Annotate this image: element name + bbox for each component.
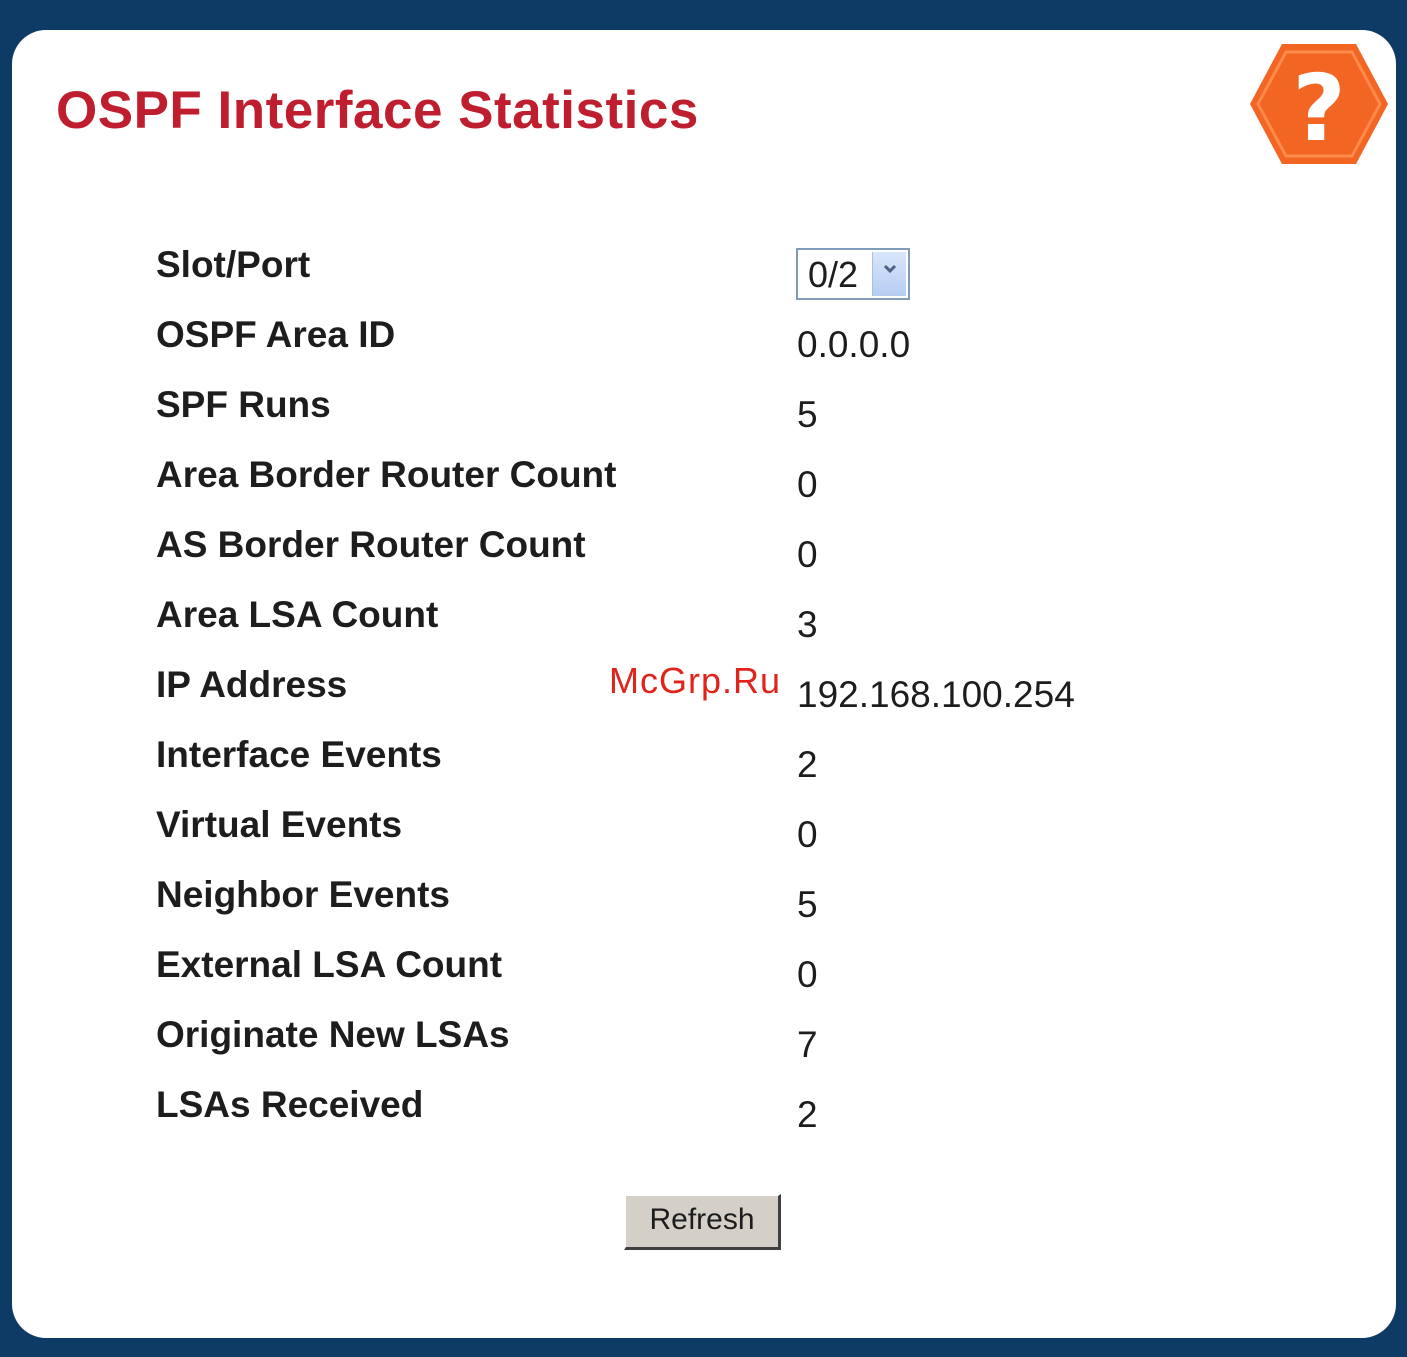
stat-label: SPF Runs: [156, 384, 331, 425]
stat-row: Area LSA Count 3: [12, 594, 1212, 645]
stat-row: SPF Runs 5: [12, 384, 1212, 435]
slot-port-selected-value: 0/2: [808, 254, 859, 295]
stat-row: Virtual Events 0: [12, 804, 1212, 855]
stat-row: Neighbor Events 5: [12, 874, 1212, 925]
stat-label: Virtual Events: [156, 804, 403, 845]
stat-label: AS Border Router Count: [156, 524, 586, 565]
watermark-text: McGrp.Ru: [609, 660, 782, 701]
slot-port-label: Slot/Port: [156, 244, 311, 285]
stat-label: OSPF Area ID: [156, 314, 396, 355]
stat-value: 0: [797, 534, 818, 575]
stat-label: IP Address: [156, 664, 348, 705]
stat-value: 0: [797, 954, 818, 995]
stat-row: LSAs Received 2: [12, 1084, 1212, 1135]
stat-label: Neighbor Events: [156, 874, 450, 915]
help-glyph: ?: [1292, 55, 1345, 162]
stat-label: Originate New LSAs: [156, 1014, 510, 1055]
stat-value: 0: [797, 814, 818, 855]
stat-value: 3: [797, 604, 818, 645]
content-panel: OSPF Interface Statistics ? Slot/Port OS…: [12, 30, 1396, 1338]
stat-row: External LSA Count 0: [12, 944, 1212, 995]
stat-label: External LSA Count: [156, 944, 503, 985]
page-title: OSPF Interface Statistics: [56, 81, 699, 140]
stat-value: 5: [797, 394, 818, 435]
stat-value: 7: [797, 1024, 818, 1065]
slot-port-row: Slot/Port: [12, 244, 1212, 294]
slot-port-select[interactable]: 0/2: [796, 248, 910, 300]
stat-row: Originate New LSAs 7: [12, 1014, 1212, 1065]
chevron-down-icon: [883, 264, 896, 274]
stat-value: 0: [797, 464, 818, 505]
stat-row: Interface Events 2: [12, 734, 1212, 785]
refresh-button[interactable]: Refresh: [624, 1194, 781, 1250]
dropdown-arrow-button[interactable]: [872, 252, 906, 296]
help-question-icon: ?: [1250, 44, 1388, 164]
stat-label: LSAs Received: [156, 1084, 424, 1125]
stat-value: 0.0.0.0: [797, 324, 911, 365]
stat-value: 2: [797, 1094, 818, 1135]
stat-row: AS Border Router Count 0: [12, 524, 1212, 575]
stat-value: 5: [797, 884, 818, 925]
stat-value: 192.168.100.254: [797, 674, 1075, 715]
stat-row: Area Border Router Count 0: [12, 454, 1212, 505]
stat-label: Interface Events: [156, 734, 442, 775]
stat-label: Area LSA Count: [156, 594, 439, 635]
stat-row: OSPF Area ID 0.0.0.0: [12, 314, 1212, 365]
stat-value: 2: [797, 744, 818, 785]
stat-label: Area Border Router Count: [156, 454, 617, 495]
help-button[interactable]: ?: [1248, 40, 1390, 168]
